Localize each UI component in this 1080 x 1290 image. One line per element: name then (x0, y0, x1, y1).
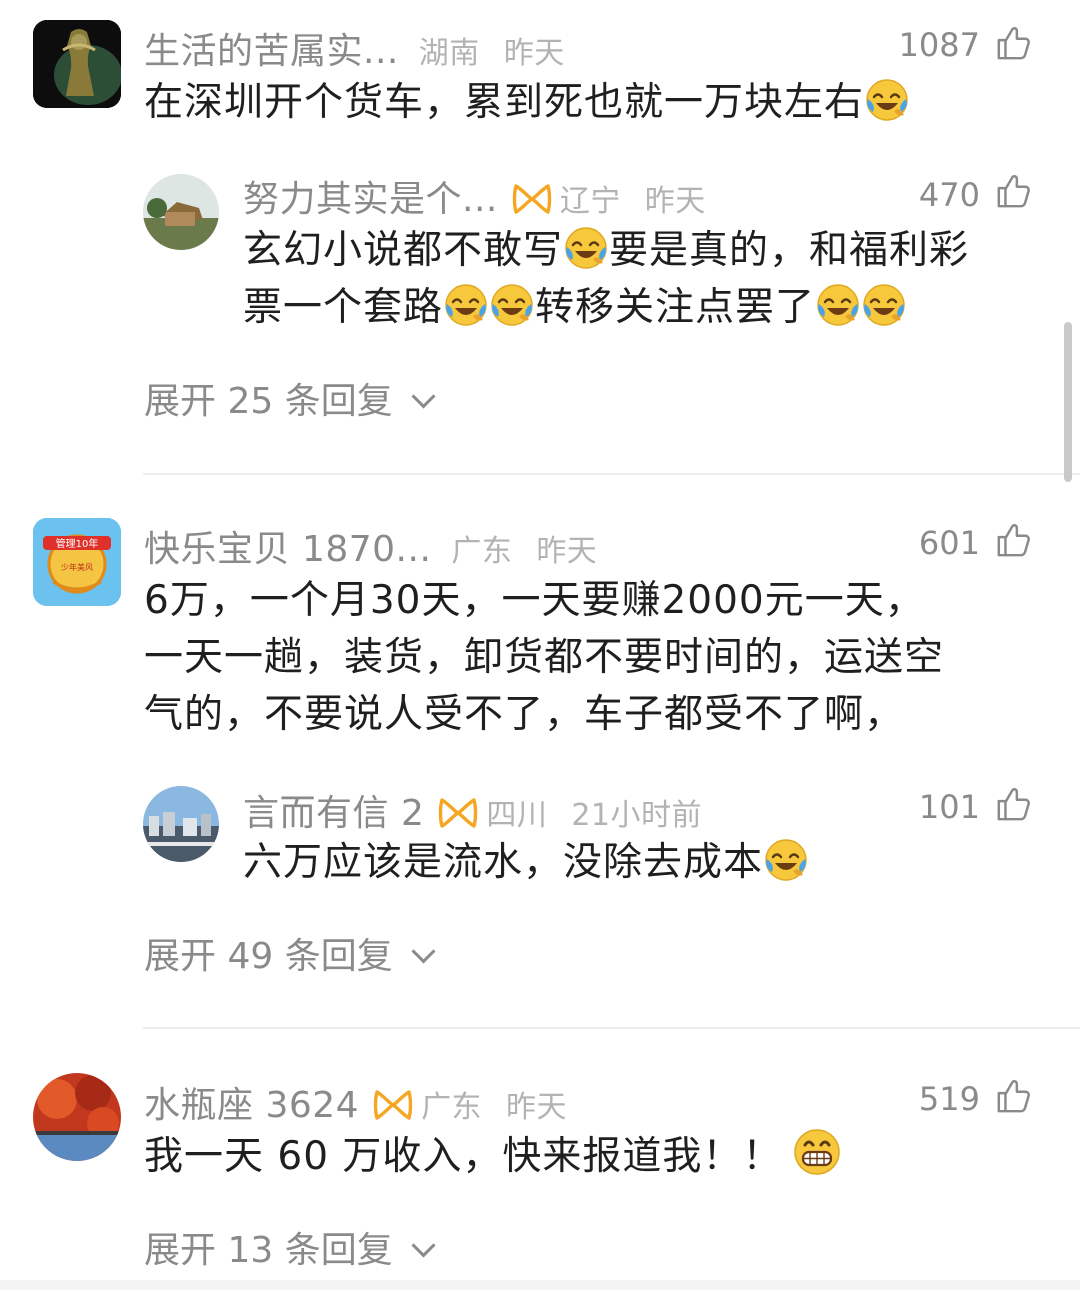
chevron-down-icon (411, 1233, 436, 1258)
avatar[interactable]: 管理10年 少年美风 (33, 518, 121, 606)
comment-line: 6万，一个月30天，一天要赚2000元一天， (144, 578, 925, 623)
vip-badge-icon (373, 1089, 413, 1121)
reply-text-part: 票一个套路 (243, 285, 444, 330)
badge-text: 少年美风 (61, 562, 93, 572)
region-label: 广东 (421, 1090, 483, 1125)
expand-label: 展开 13 条回复 (144, 1230, 393, 1271)
thumb-up-icon[interactable] (995, 172, 1033, 210)
expand-replies-button[interactable]: 展开 49 条回复 (144, 927, 436, 979)
reply-text: 六万应该是流水，没除去成本 (243, 834, 809, 891)
laugh-cry-emoji (443, 282, 489, 328)
reply-text-part: 转移关注点罢了 (535, 285, 816, 330)
comment-text-content: 我一天 60 万收入，快来报道我！！ (144, 1134, 783, 1179)
badge-text: 管理10年 (56, 537, 99, 550)
divider (143, 1027, 1080, 1029)
comment-text: 在深圳开个货车，累到死也就一万块左右 (144, 74, 910, 131)
avatar[interactable] (33, 1073, 121, 1161)
username[interactable]: 快乐宝贝 1870... (144, 529, 431, 570)
laugh-cry-emoji (815, 282, 861, 328)
like-count: 601 (918, 524, 980, 562)
reply-text-part: 六万应该是流水，没除去成本 (243, 840, 764, 885)
region-label: 广东 (451, 534, 513, 569)
username[interactable]: 生活的苦属实... (144, 31, 399, 72)
expand-label: 展开 25 条回复 (144, 381, 393, 422)
laugh-cry-emoji (563, 225, 609, 271)
time-label: 昨天 (503, 36, 565, 71)
comment-line: 气的，不要说人受不了，车子都受不了啊， (144, 692, 905, 737)
comment-text: 6万，一个月30天，一天要赚2000元一天， 一天一趟，装货，卸货都不要时间的，… (144, 572, 944, 743)
reply-text-part: 玄幻小说都不敢写 (243, 228, 564, 273)
expand-replies-button[interactable]: 展开 13 条回复 (144, 1221, 436, 1273)
username[interactable]: 水瓶座 3624 (144, 1085, 359, 1126)
vip-badge-icon (512, 183, 552, 215)
chevron-down-icon (411, 384, 436, 409)
time-label: 21小时前 (571, 798, 702, 833)
vip-badge-icon (438, 797, 478, 829)
thumb-up-icon[interactable] (995, 1077, 1033, 1115)
reply-username[interactable]: 言而有信 2 (243, 793, 424, 834)
comment-line: 一天一趟，装货，卸货都不要时间的，运送空 (144, 635, 945, 680)
like-count: 101 (918, 788, 980, 826)
laugh-cry-emoji (861, 282, 907, 328)
like-count: 1087 (898, 26, 980, 64)
scrollbar[interactable] (1064, 322, 1072, 482)
avatar[interactable] (33, 20, 121, 108)
thumb-up-icon[interactable] (995, 521, 1033, 559)
region-label: 四川 (486, 798, 548, 833)
thumb-up-icon[interactable] (995, 785, 1033, 823)
thumb-up-icon[interactable] (995, 24, 1033, 62)
reply-text-part: 要是真的，和福利彩 (609, 228, 970, 273)
time-label: 昨天 (536, 534, 598, 569)
bottom-edge (0, 1280, 1080, 1290)
time-label: 昨天 (506, 1090, 568, 1125)
expand-label: 展开 49 条回复 (144, 936, 393, 977)
region-label: 湖南 (418, 36, 480, 71)
laugh-cry-emoji (489, 282, 535, 328)
divider (143, 473, 1080, 475)
chevron-down-icon (411, 939, 436, 964)
like-count: 519 (918, 1080, 980, 1118)
expand-replies-button[interactable]: 展开 25 条回复 (144, 372, 436, 424)
like-count: 470 (918, 176, 980, 214)
laugh-cry-emoji (864, 77, 910, 123)
region-label: 辽宁 (559, 184, 621, 219)
laugh-cry-emoji (763, 837, 809, 883)
reply-avatar[interactable] (143, 174, 219, 250)
reply-username[interactable]: 努力其实是个... (243, 179, 498, 220)
comment-text: 我一天 60 万收入，快来报道我！！ (144, 1127, 842, 1185)
comment-text-content: 在深圳开个货车，累到死也就一万块左右 (144, 80, 865, 125)
time-label: 昨天 (644, 184, 706, 219)
grin-emoji (792, 1127, 842, 1177)
reply-text: 玄幻小说都不敢写 要是真的，和福利彩 票一个套路 转移关注点罢了 (243, 222, 1043, 336)
reply-avatar[interactable] (143, 786, 219, 862)
